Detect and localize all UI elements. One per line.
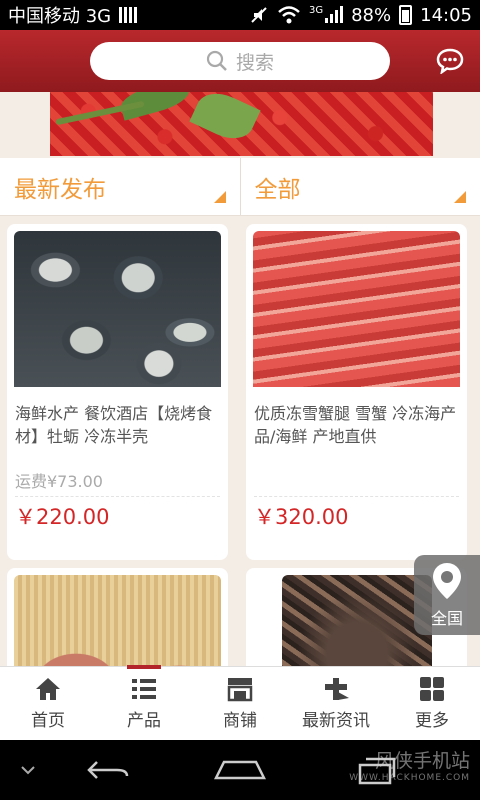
tab-stores[interactable]: 商铺 (192, 667, 288, 740)
home-outline-icon (214, 760, 266, 780)
battery-percent: 88% (351, 4, 392, 26)
carrier-label: 中国移动 3G (8, 6, 112, 27)
product-card[interactable] (7, 568, 228, 678)
battery-icon (399, 5, 413, 25)
region-button[interactable]: 全国 (414, 555, 480, 635)
message-button[interactable] (434, 46, 466, 76)
sim-signal-icon (119, 7, 138, 23)
news-icon (325, 678, 349, 700)
sort-filter-dropdown[interactable]: 最新发布 (0, 158, 240, 215)
product-image-crab-legs (253, 231, 460, 387)
chevron-down-icon (21, 766, 35, 775)
product-image-dried-seafood (282, 575, 432, 678)
back-button[interactable] (80, 750, 136, 790)
product-price: ￥220.00 (15, 505, 110, 529)
hide-keyboard-button[interactable] (14, 750, 42, 790)
search-bar[interactable]: 搜索 (90, 42, 390, 80)
product-shipping: 运费¥73.00 (15, 472, 103, 490)
dropdown-corner-icon (213, 191, 226, 203)
back-arrow-icon (87, 761, 129, 779)
category-filter-dropdown[interactable]: 全部 (239, 158, 480, 215)
search-placeholder: 搜索 (235, 51, 274, 74)
store-icon (227, 678, 253, 702)
sort-filter-label: 最新发布 (14, 176, 106, 203)
product-title: 海鲜水产 餐饮酒店【烧烤食材】牡蛎 冷冻半壳 (15, 404, 213, 446)
region-label: 全国 (430, 609, 463, 628)
tab-products-label: 产品 (127, 711, 161, 731)
wifi-icon (278, 6, 300, 24)
mute-icon (251, 7, 267, 23)
tab-home-label: 首页 (31, 711, 65, 731)
network-type-label: 3G (308, 4, 324, 16)
chat-bubble-icon (436, 48, 464, 74)
product-card[interactable]: 海鲜水产 餐饮酒店【烧烤食材】牡蛎 冷冻半壳 运费¥73.00 ￥220.00 (7, 224, 228, 560)
promo-banner[interactable] (50, 92, 433, 156)
tab-home[interactable]: 首页 (0, 667, 96, 740)
tab-news-label: 最新资讯 (302, 711, 370, 731)
product-shipping (246, 468, 467, 490)
cell-signal-icon (325, 6, 344, 23)
category-filter-label: 全部 (254, 176, 301, 203)
dropdown-corner-icon (454, 191, 466, 203)
grid-icon (420, 677, 444, 701)
clock: 14:05 (420, 4, 472, 26)
product-title: 优质冻雪蟹腿 雪蟹 冷冻海产品/海鲜 产地直供 (254, 404, 457, 446)
app-header: 搜索 (0, 30, 480, 92)
location-pin-icon (433, 563, 461, 599)
tab-stores-label: 商铺 (223, 711, 257, 731)
filter-bar: 最新发布 全部 (0, 158, 480, 216)
search-icon (206, 50, 227, 71)
home-icon (36, 678, 60, 700)
product-image-oysters (14, 231, 221, 387)
bottom-tab-bar: 首页 产品 商铺 最新资讯 更多 (0, 665, 480, 740)
watermark-name: 风侠手机站 (374, 750, 470, 772)
banner-leaf-image (189, 92, 261, 147)
tab-products[interactable]: 产品 (96, 665, 192, 740)
list-icon (132, 679, 156, 699)
product-price: ￥320.00 (254, 505, 349, 529)
watermark-url: WWW.HACKHOME.COM (349, 773, 470, 783)
product-image-tongue (14, 575, 221, 678)
system-nav-bar: 风侠手机站 WWW.HACKHOME.COM (0, 740, 480, 800)
tab-more-label: 更多 (415, 711, 449, 731)
tab-more[interactable]: 更多 (384, 667, 480, 740)
product-card[interactable]: 优质冻雪蟹腿 雪蟹 冷冻海产品/海鲜 产地直供 ￥320.00 (246, 224, 467, 560)
site-watermark: 风侠手机站 WWW.HACKHOME.COM (349, 746, 470, 783)
tab-news[interactable]: 最新资讯 (288, 667, 384, 740)
home-nav-button[interactable] (212, 750, 268, 790)
status-bar: 中国移动 3G 3G 88% 14:05 (0, 0, 480, 30)
